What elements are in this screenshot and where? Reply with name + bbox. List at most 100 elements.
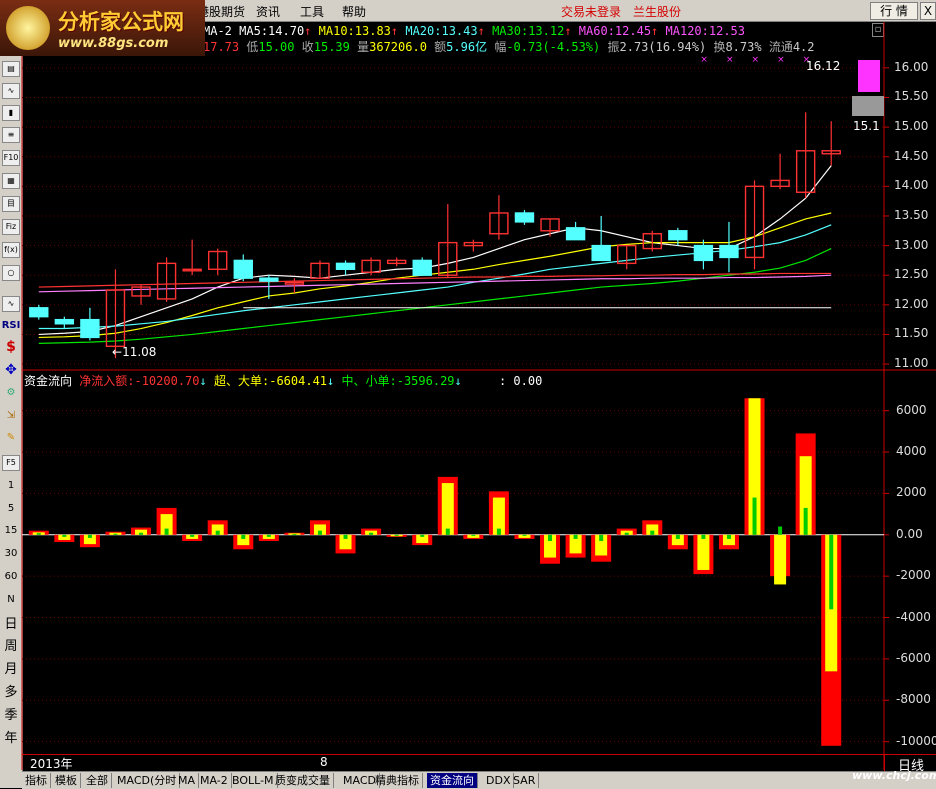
tab-template[interactable]: 模板 <box>52 773 81 788</box>
flow-bar-group <box>54 534 75 543</box>
marker-x: × <box>726 55 734 65</box>
flow-bar-group <box>437 476 458 535</box>
small-order-bar <box>343 534 348 539</box>
small-order-bar <box>36 533 41 535</box>
flow-extra-value: : 0.00 <box>498 374 543 388</box>
tab-fund-flow[interactable]: 资金流向 <box>427 773 478 788</box>
flow-tick-label: 6000 <box>896 402 927 417</box>
flow-tick-label: -4000 <box>896 609 931 624</box>
price-tick-label: 16.00 <box>894 59 929 74</box>
flow-bar-group <box>718 534 739 550</box>
flow-bar-group <box>463 534 484 539</box>
flow-tick-label: 4000 <box>896 444 927 459</box>
big-order-bar <box>697 534 710 570</box>
flow-bar-group <box>105 531 126 535</box>
logo-title: 分析家公式网 <box>58 10 184 34</box>
flow-header: 资金流向 净流入额:-10200.70↓ 超、大单:-6604.41↓ 中、小单… <box>24 372 542 389</box>
candle <box>770 153 790 190</box>
small-order-bar <box>292 534 297 536</box>
flow-bar-group <box>131 527 152 535</box>
projection-bar <box>858 60 880 92</box>
candle <box>208 248 228 276</box>
price-tick-label: 11.00 <box>894 356 929 371</box>
flow-mid-arrow: ↓ <box>454 374 462 388</box>
candle <box>438 204 458 279</box>
tab-quality-volume[interactable]: 质变成交量 <box>272 773 334 788</box>
ma-lines: × × × × × <box>38 55 832 344</box>
flow-tick-label: -10000 <box>896 733 936 748</box>
price-tick-label: 13.00 <box>894 237 929 252</box>
tab-boll-m[interactable]: BOLL-M <box>229 773 278 788</box>
flow-bar-group <box>821 534 842 746</box>
candle <box>233 254 253 282</box>
chart-grid <box>21 22 936 770</box>
tab-sar[interactable]: SAR <box>510 773 540 788</box>
low-annotation: 11.08 <box>122 345 157 359</box>
date-year: 2013年 <box>30 757 73 771</box>
candle <box>489 195 509 240</box>
flow-bar-group <box>488 491 509 535</box>
flow-bar-group <box>361 528 382 535</box>
small-order-bar <box>829 534 834 610</box>
flow-bar-group <box>540 534 561 564</box>
tab-ma[interactable]: MA <box>175 773 200 788</box>
candle <box>386 257 407 267</box>
small-order-bar <box>266 534 271 537</box>
candle-body <box>565 227 586 241</box>
candle-body <box>54 318 75 325</box>
flow-tick-label: 2000 <box>896 485 927 500</box>
candle-body <box>693 244 714 262</box>
candle <box>591 215 611 262</box>
last-price-label: 15.1 <box>853 119 880 133</box>
tab-all[interactable]: 全部 <box>83 773 112 788</box>
flow-bar-group <box>207 520 228 535</box>
small-order-bar <box>190 534 195 537</box>
candle-body <box>80 318 100 339</box>
flow-bar-group <box>386 534 407 537</box>
tab-ma2[interactable]: MA-2 <box>197 773 232 788</box>
tab-indicator[interactable]: 指标 <box>22 773 51 788</box>
price-tick-label: 14.50 <box>894 148 929 163</box>
flow-big-label: 超、大单: <box>213 374 270 388</box>
candle-body <box>412 259 432 276</box>
small-order-bar <box>701 534 706 539</box>
flow-big-value: -6604.41 <box>269 374 328 388</box>
big-order-bar <box>441 483 454 535</box>
price-tick-label: 11.50 <box>894 326 929 341</box>
flow-bar-group <box>233 534 254 550</box>
flow-net-label: 净流入额: <box>79 374 135 388</box>
small-order-bar <box>471 534 476 536</box>
candle <box>719 221 739 273</box>
price-tick-label: 12.50 <box>894 267 929 282</box>
flow-big-arrow: ↓ <box>327 374 335 388</box>
small-order-bar <box>650 530 655 535</box>
flow-bar-group <box>28 530 49 535</box>
tab-classic-indicators[interactable]: 精典指标 <box>372 773 423 788</box>
flow-bar-group <box>667 534 688 550</box>
small-order-bar <box>522 534 527 536</box>
flow-net-arrow: ↓ <box>199 374 207 388</box>
flow-bar-series <box>28 398 842 746</box>
flow-tick-label: -6000 <box>896 650 931 665</box>
flow-bar-group <box>258 534 279 542</box>
small-order-bar <box>87 534 92 538</box>
flow-bar-group <box>591 534 612 562</box>
date-axis: 2013年 8 <box>22 754 884 771</box>
last-price-marker <box>852 96 884 116</box>
candle <box>744 180 765 270</box>
price-tick-label: 12.00 <box>894 296 929 311</box>
flow-bar-group <box>514 534 535 539</box>
small-order-bar <box>215 530 220 535</box>
tab-macd-intraday[interactable]: MACD(分时 <box>114 773 181 788</box>
candle <box>412 257 432 276</box>
candle-body <box>29 307 49 318</box>
flow-bar-group <box>770 526 791 585</box>
flow-bar-group <box>79 534 100 548</box>
small-order-bar <box>752 497 757 535</box>
flow-bar-group <box>156 507 177 535</box>
flow-tick-label: -2000 <box>896 568 931 583</box>
small-order-bar <box>548 534 553 542</box>
flow-tick-label: 0.00 <box>896 526 923 541</box>
candle <box>54 316 75 329</box>
small-order-bar <box>624 532 629 535</box>
